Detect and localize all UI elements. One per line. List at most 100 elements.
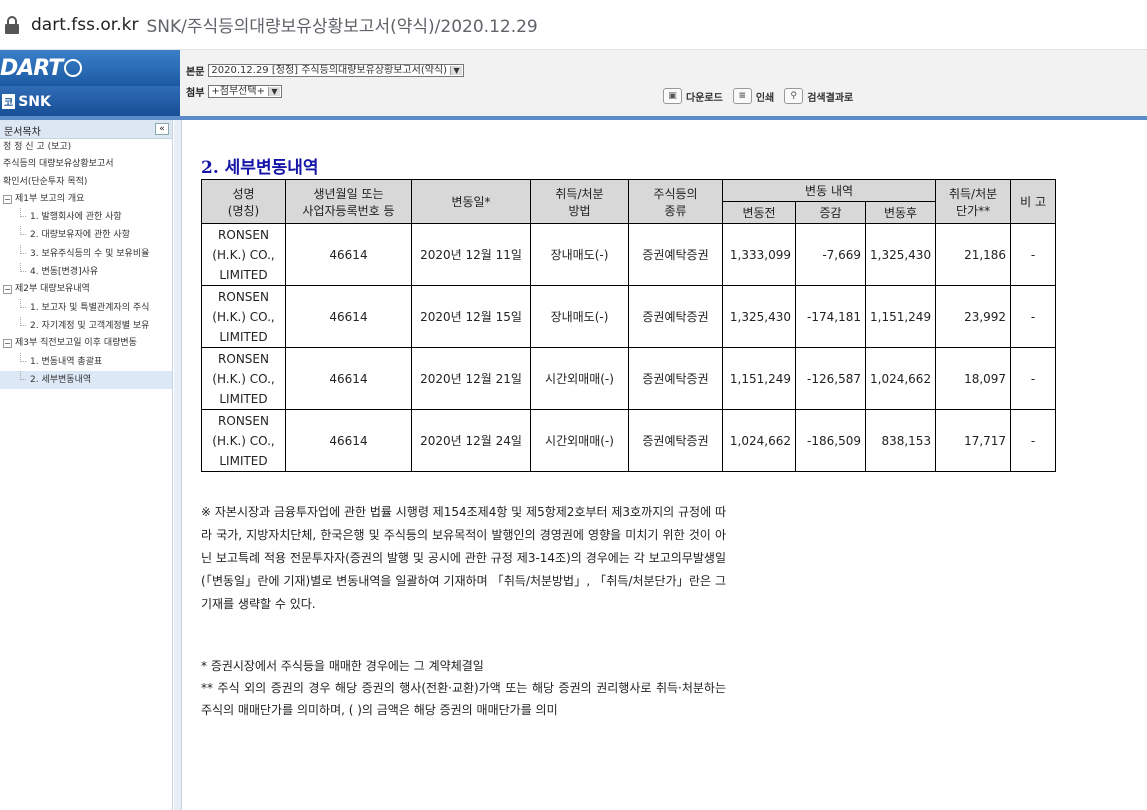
hdr-text: 취득/처분 xyxy=(948,186,998,201)
cell-price: 23,992 xyxy=(935,285,1012,348)
dart-logo[interactable]: DART xyxy=(0,50,180,86)
dart-header: DART 코 SNK 본문 2020.12.29 [정정] 주식등의대량보유상황보… xyxy=(0,50,1147,116)
toc-item-label: 확인서(단순투자 목적) xyxy=(3,176,88,187)
main-doc-select[interactable]: 2020.12.29 [정정] 주식등의대량보유상황보고서(약식) ▼ xyxy=(208,64,465,77)
hdr-text: 단가** xyxy=(956,203,991,218)
toc-group[interactable]: − 제1부 보고의 개요 xyxy=(0,191,172,208)
toc-item[interactable]: 2. 대량보유자에 관한 사항 xyxy=(0,226,172,244)
minus-icon: − xyxy=(3,339,12,349)
search-icon: ⚲ xyxy=(784,88,804,104)
lock-icon xyxy=(5,15,19,34)
search-results-button[interactable]: ⚲ 검색결과로 xyxy=(784,88,853,104)
col-note: 비 고 xyxy=(1010,179,1057,224)
cell-price: 17,717 xyxy=(935,409,1012,472)
search-results-label: 검색결과로 xyxy=(807,92,854,104)
toc-item[interactable]: 1. 변동내역 총괄표 xyxy=(0,352,172,371)
download-label: 다운로드 xyxy=(686,92,723,104)
hdr-text: (명칭) xyxy=(227,203,260,218)
hdr-text: 변동 내역 xyxy=(805,184,854,198)
address-bar[interactable]: dart.fss.or.kr SNK/주식등의대량보유상황보고서(약식)/202… xyxy=(0,0,1147,50)
hdr-text: 주식등의 xyxy=(653,186,698,201)
hdr-text: 종류 xyxy=(664,203,687,218)
toc-item-label: 3. 보유주식등의 수 및 보유비율 xyxy=(30,248,150,259)
toolbar: ▣ 다운로드 ≡ 인쇄 ⚲ 검색결과로 xyxy=(663,88,853,104)
legal-note: ※ 자본시장과 금융투자업에 관한 법률 시행령 제154조제4항 및 제5항제… xyxy=(201,505,726,611)
tree-line xyxy=(20,226,26,236)
toc-item-label: 2. 대량보유자에 관한 사항 xyxy=(30,230,130,241)
cell-id: 46614 xyxy=(285,285,412,348)
collapse-button[interactable]: « xyxy=(155,123,169,135)
col-before: 변동전 xyxy=(722,201,796,224)
toc-item[interactable]: 3. 보유주식등의 수 및 보유비율 xyxy=(0,244,172,263)
url-host: dart.fss.or.kr xyxy=(31,14,139,35)
cell-method: 시간외매매(-) xyxy=(530,409,629,472)
attach-row: 첨부 +첨부선택+ ▼ xyxy=(186,84,282,99)
cell-type: 증권예탁증권 xyxy=(628,347,723,410)
hdr-text: 생년월일 또는 xyxy=(313,186,384,201)
toc-item-label: 2. 자기계정 및 고객계정별 보유 xyxy=(30,320,150,331)
attach-select[interactable]: +첨부선택+ ▼ xyxy=(208,85,282,98)
col-name: 성명 (명칭) xyxy=(201,179,286,224)
cell-delta: -174,181 xyxy=(795,285,866,348)
toc-item[interactable]: 2. 자기계정 및 고객계정별 보유 xyxy=(0,316,172,335)
minus-icon: − xyxy=(3,285,12,295)
footnote-price: ** 주식 외의 증권의 경우 해당 증권의 행사(전환·교환)가액 또는 해당… xyxy=(201,681,726,717)
cell-delta: -7,669 xyxy=(795,223,866,286)
cell-before: 1,325,430 xyxy=(722,285,796,348)
toc-header: 문서목차 « xyxy=(0,120,172,139)
logo-text: DART xyxy=(0,56,63,81)
logo-ball-icon xyxy=(64,59,83,77)
toc-item[interactable]: 4. 변동[변경]사유 xyxy=(0,263,172,281)
main-doc-value: 2020.12.29 [정정] 주식등의대량보유상황보고서(약식) xyxy=(211,65,448,76)
hdr-text: 변동일* xyxy=(451,195,491,209)
minus-icon: − xyxy=(3,194,12,204)
col-price: 취득/처분단가** xyxy=(935,179,1012,224)
cell-name: RONSEN (H.K.) CO., LIMITED xyxy=(201,347,286,410)
cell-before: 1,151,249 xyxy=(722,347,796,410)
toc-item[interactable]: 1. 발행회사에 관한 사항 xyxy=(0,208,172,226)
cell-date: 2020년 12월 15일 xyxy=(411,285,531,348)
attach-label: 첨부 xyxy=(186,88,205,99)
cell-note: - xyxy=(1010,409,1057,472)
col-after: 변동후 xyxy=(864,201,937,224)
tree-line xyxy=(20,316,26,326)
save-icon: ▣ xyxy=(663,88,682,104)
cell-after: 1,151,249 xyxy=(864,285,937,348)
cell-id: 46614 xyxy=(285,223,412,286)
table-row: RONSEN (H.K.) CO., LIMITED 46614 2020년 1… xyxy=(201,347,1057,410)
hdr-text: 방법 xyxy=(568,203,591,218)
toc-group[interactable]: − 제2부 대량보유내역 xyxy=(0,281,172,298)
tree-line xyxy=(20,244,26,254)
hdr-text: 사업자등록번호 등 xyxy=(302,203,395,218)
toc-item[interactable]: 주식등의 대량보유상황보고서 xyxy=(0,156,172,173)
footnote-date: * 증권시장에서 주식등을 매매한 경우에는 그 계약체결일 xyxy=(201,659,484,673)
cell-after: 1,325,430 xyxy=(864,223,937,286)
cell-delta: -186,509 xyxy=(795,409,866,472)
col-change: 변동 내역 xyxy=(721,179,937,202)
toc-item[interactable]: 확인서(단순투자 목적) xyxy=(0,174,172,191)
toc-group[interactable]: − 제3부 직전보고일 이후 대량변동 xyxy=(0,335,172,352)
cell-before: 1,333,099 xyxy=(722,223,796,286)
tree-line xyxy=(20,263,26,273)
toc-item-label: 정 정 신 고 (보고) xyxy=(3,142,72,152)
table-row: RONSEN (H.K.) CO., LIMITED 46614 2020년 1… xyxy=(201,409,1057,472)
cell-type: 증권예탁증권 xyxy=(628,223,723,286)
sidebar: 문서목차 « 정 정 신 고 (보고) 주식등의 대량보유상황보고서 확인서(단순… xyxy=(0,120,173,810)
download-button[interactable]: ▣ 다운로드 xyxy=(663,88,723,104)
toc-item-label: 제1부 보고의 개요 xyxy=(15,193,85,204)
toc-item[interactable]: 정 정 신 고 (보고) xyxy=(0,139,172,156)
toc-item-selected[interactable]: 2. 세부변동내역 xyxy=(0,370,172,390)
cell-name: RONSEN (H.K.) CO., LIMITED xyxy=(201,409,286,472)
toc-item[interactable]: 1. 보고자 및 특별관계자의 주식 xyxy=(0,298,172,317)
company-prefix: 코 xyxy=(2,94,16,109)
tree-line xyxy=(20,208,26,218)
cell-delta: -126,587 xyxy=(795,347,866,410)
toc-item-label: 주식등의 대량보유상황보고서 xyxy=(3,159,114,170)
tree-line xyxy=(20,352,26,362)
attach-value: +첨부선택+ xyxy=(211,86,265,97)
sidebar-splitter[interactable] xyxy=(174,120,182,810)
print-button[interactable]: ≡ 인쇄 xyxy=(732,88,774,104)
hdr-text: 비 고 xyxy=(1020,195,1047,209)
chevron-down-icon: ▼ xyxy=(267,87,280,96)
toc-item-label: 1. 발행회사에 관한 사항 xyxy=(30,212,122,223)
